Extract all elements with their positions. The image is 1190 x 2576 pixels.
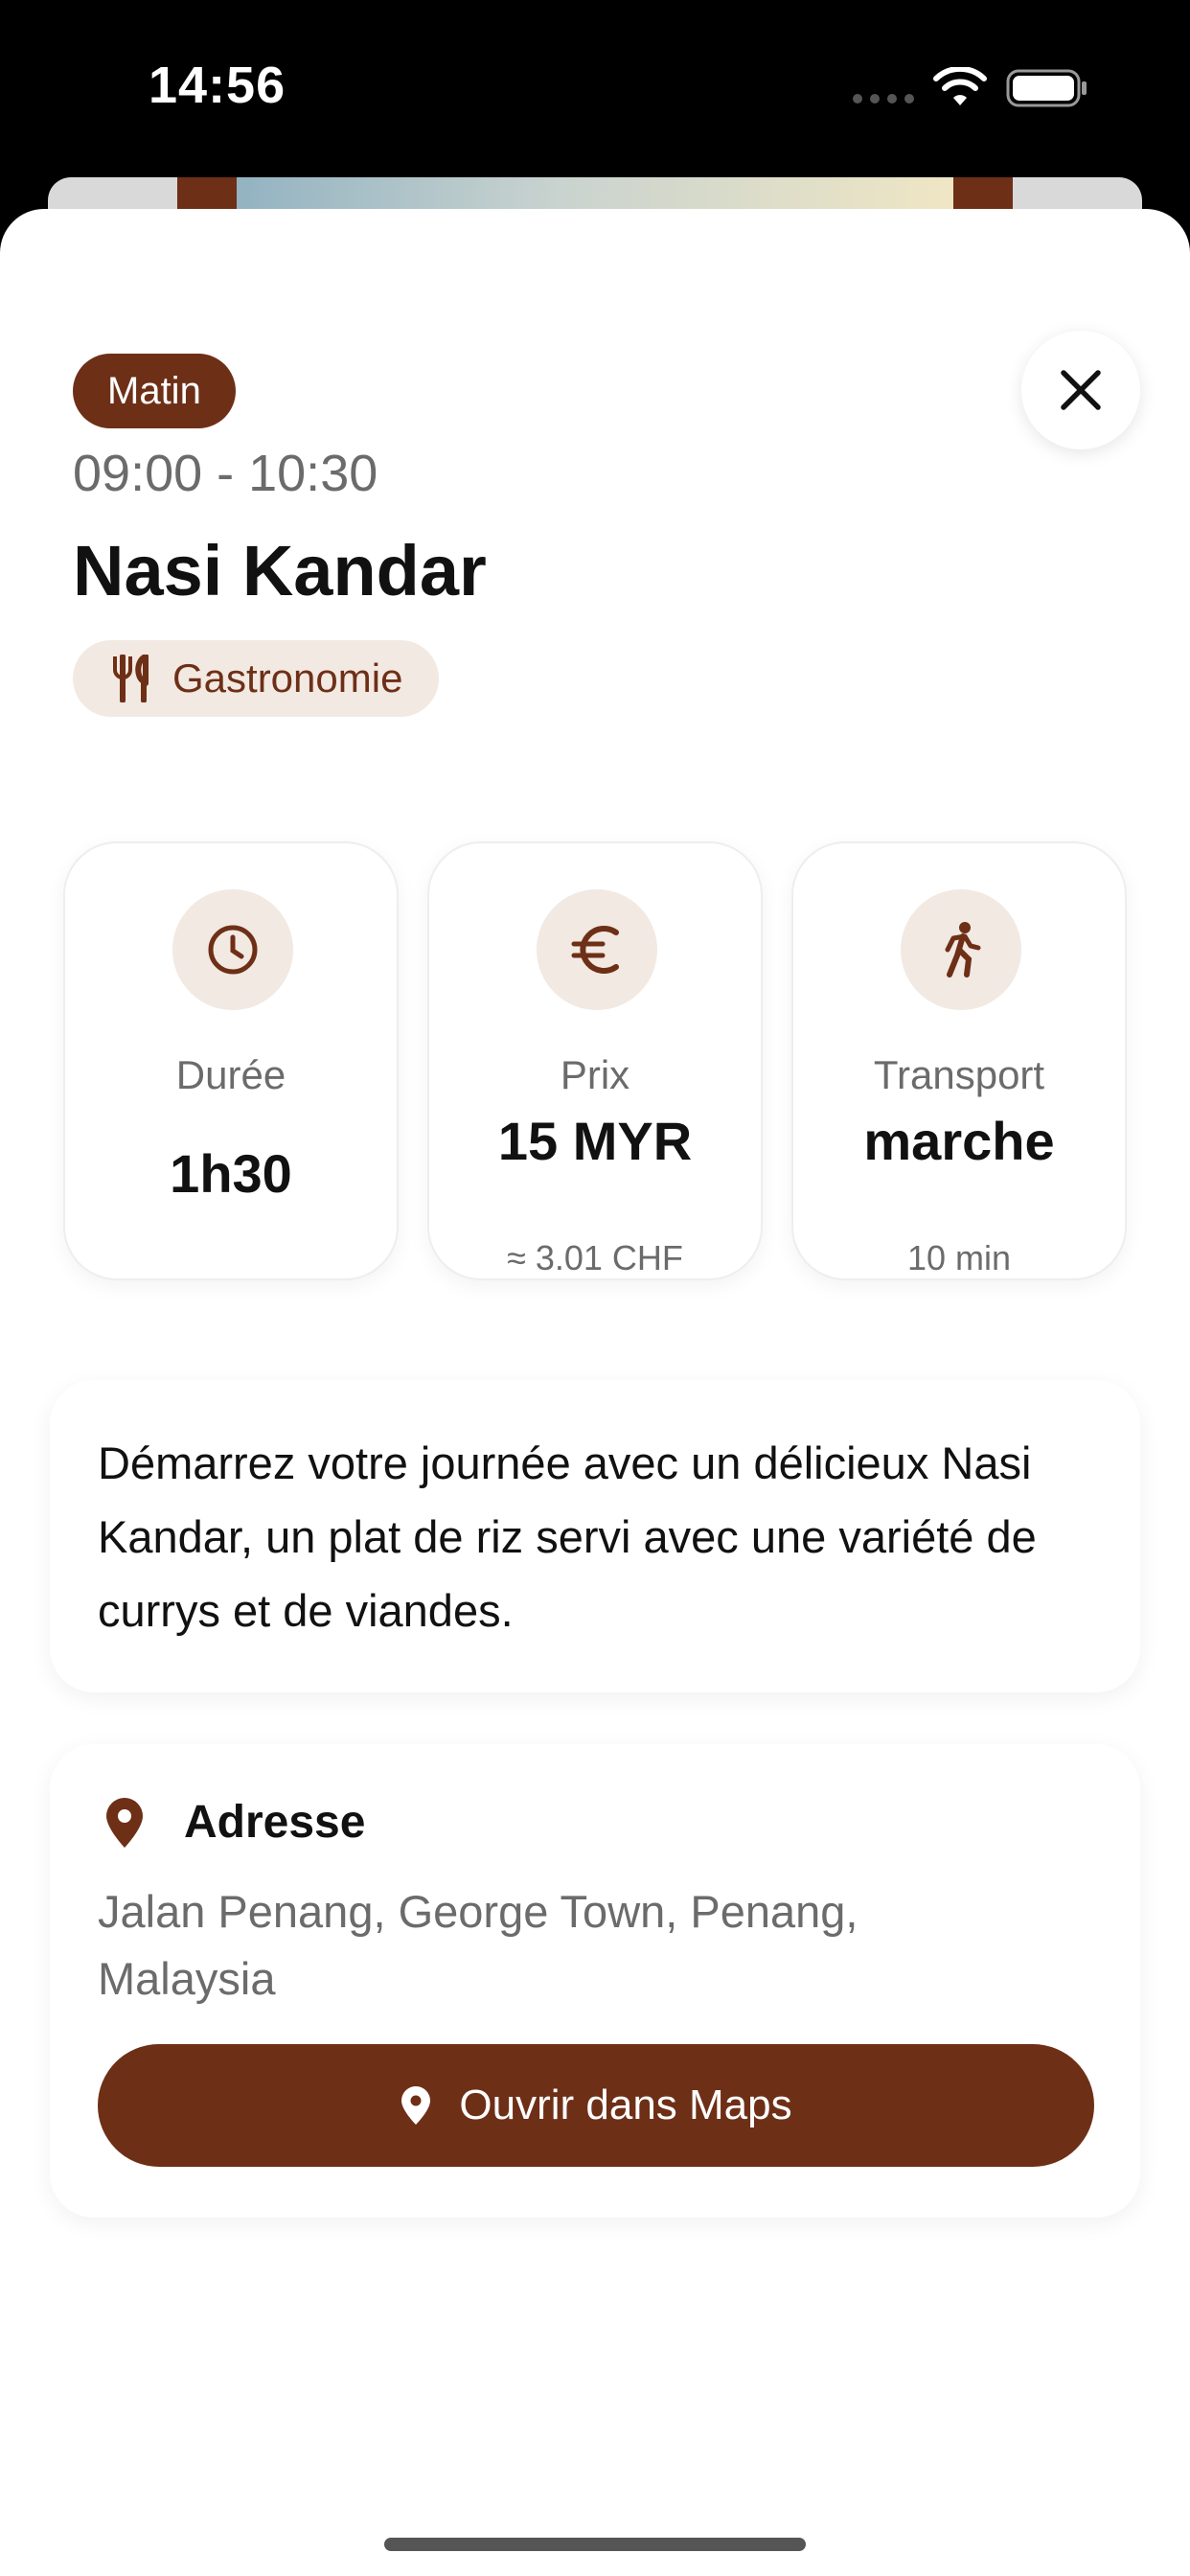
activity-detail-sheet: Matin 09:00 - 10:30 Nasi Kandar Gastrono… xyxy=(0,209,1190,2576)
status-time: 14:56 xyxy=(149,57,286,114)
category-label: Gastronomie xyxy=(172,656,403,701)
price-label: Prix xyxy=(560,1052,630,1097)
transport-label: Transport xyxy=(873,1052,1045,1097)
battery-icon xyxy=(1006,69,1087,107)
home-indicator[interactable] xyxy=(384,2538,806,2551)
price-icon-circle xyxy=(537,889,657,1010)
signal-dots-icon xyxy=(853,94,914,104)
status-bar: 14:56 xyxy=(0,0,1190,172)
open-in-maps-label: Ouvrir dans Maps xyxy=(459,2082,792,2128)
duration-icon-circle xyxy=(172,889,293,1010)
transport-icon-circle xyxy=(901,889,1021,1010)
duration-value: 1h30 xyxy=(170,1143,292,1204)
close-button[interactable] xyxy=(1021,331,1140,449)
wifi-icon xyxy=(933,67,987,105)
euro-icon xyxy=(571,926,619,974)
close-icon xyxy=(1061,370,1101,410)
open-in-maps-button[interactable]: Ouvrir dans Maps xyxy=(98,2044,1094,2167)
fork-knife-icon xyxy=(113,655,149,702)
address-text: Jalan Penang, George Town, Penang, Malay… xyxy=(98,1878,1056,2012)
address-heading: Adresse xyxy=(184,1797,366,1848)
address-line-1: Jalan Penang, George Town, Penang, xyxy=(98,1886,858,1937)
description-text: Démarrez votre journée avec un délicieux… xyxy=(98,1438,1037,1636)
activity-title: Nasi Kandar xyxy=(73,531,487,610)
transport-value: marche xyxy=(863,1111,1055,1171)
clock-icon xyxy=(208,925,258,975)
price-card: Prix 15 MYR ≈ 3.01 CHF xyxy=(427,841,763,1280)
location-pin-icon xyxy=(106,1798,143,1848)
duration-label: Durée xyxy=(175,1052,286,1097)
transport-time: 10 min xyxy=(906,1238,1012,1277)
location-pin-icon xyxy=(401,2086,431,2125)
time-range: 09:00 - 10:30 xyxy=(73,445,378,502)
price-value: 15 MYR xyxy=(497,1111,693,1171)
transport-card: Transport marche 10 min xyxy=(791,841,1127,1280)
address-line-2: Malaysia xyxy=(98,1953,276,2004)
description-card: Démarrez votre journée avec un délicieux… xyxy=(50,1380,1140,1692)
walking-icon xyxy=(945,922,981,978)
price-conversion: ≈ 3.01 CHF xyxy=(507,1238,683,1277)
category-badge: Gastronomie xyxy=(73,640,440,717)
address-card: Adresse Jalan Penang, George Town, Penan… xyxy=(50,1744,1140,2218)
duration-card: Durée 1h30 xyxy=(63,841,399,1280)
period-badge: Matin xyxy=(73,354,236,428)
